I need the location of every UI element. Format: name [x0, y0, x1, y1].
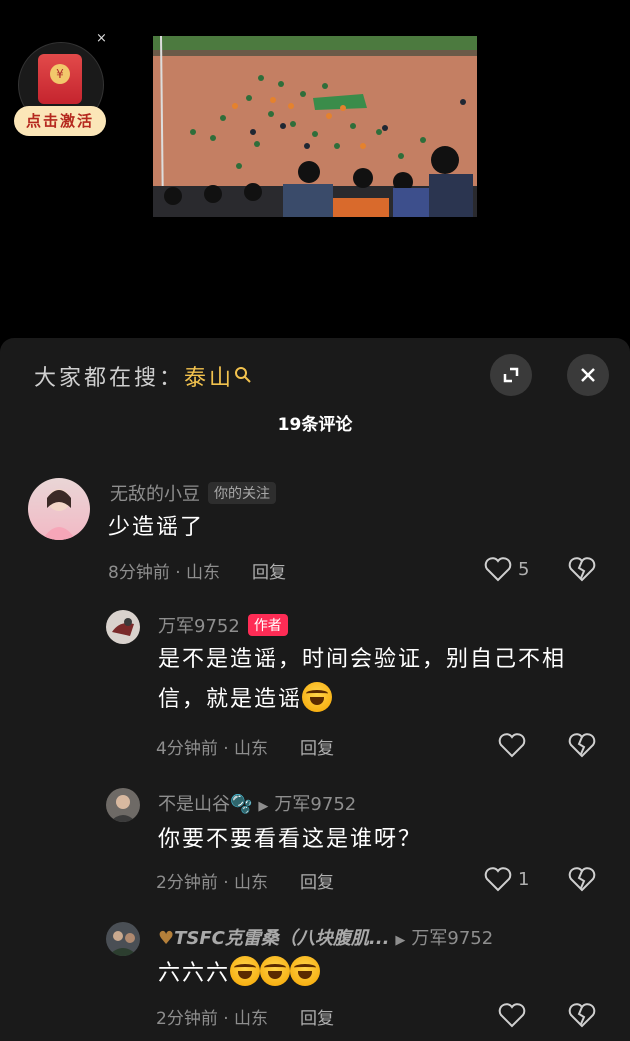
like-button[interactable]	[498, 732, 532, 758]
username[interactable]: 无敌的小豆 你的关注	[110, 480, 276, 506]
following-tag: 你的关注	[208, 482, 276, 504]
username-text: TSFC克雷桑（八块腹肌...	[174, 928, 390, 949]
time-location: 8分钟前 · 山东	[108, 563, 221, 583]
reply-item: ♥TSFC克雷桑（八块腹肌... ▶ 万军9752 六六六 2分钟前 · 山东 回复	[0, 922, 630, 1037]
comment-text-content: 六六六	[158, 961, 231, 986]
heart-icon	[498, 733, 526, 758]
username[interactable]: 万军9752 作者	[158, 612, 288, 638]
reply-button[interactable]: 回复	[300, 1009, 334, 1029]
comment-count-title: 19条评论	[277, 415, 353, 435]
red-packet-widget[interactable]: ¥ 点击激活	[14, 42, 106, 138]
dislike-button[interactable]	[568, 556, 596, 586]
broken-heart-icon	[568, 733, 596, 758]
reply-item: 不是山谷🫧 ▶ 万军9752 你要不要看看这是谁呀？ 2分钟前 · 山东 回复 1	[0, 788, 630, 898]
comment-text-content: 是不是造谣，时间会验证，别自己不相信，就是造谣	[158, 647, 567, 712]
laugh-cry-emoji-icon	[230, 956, 261, 986]
avatar[interactable]	[106, 610, 140, 644]
reply-button[interactable]: 回复	[300, 873, 334, 893]
comment-text: 六六六	[158, 954, 321, 994]
dislike-button[interactable]	[568, 866, 596, 896]
laugh-cry-emoji-icon	[302, 682, 333, 712]
close-icon	[581, 368, 595, 382]
username-text: 无敌的小豆	[110, 484, 200, 505]
stadium-scene-image	[153, 36, 477, 217]
comment-meta: 8分钟前 · 山东 回复	[108, 558, 286, 583]
avatar-image	[112, 618, 134, 636]
avatar-image	[108, 931, 138, 956]
brown-heart-icon: ♥	[158, 928, 175, 949]
time-location: 4分钟前 · 山东	[156, 739, 269, 759]
expand-button[interactable]	[490, 354, 532, 396]
laugh-cry-emoji-icon	[260, 956, 291, 986]
broken-heart-icon	[568, 557, 596, 582]
comment-item: 无敌的小豆 你的关注 少造谣了 8分钟前 · 山东 回复 5	[0, 476, 630, 586]
like-button[interactable]: 5	[484, 556, 529, 582]
reply-arrow-icon: ▶	[258, 799, 269, 814]
time-location: 2分钟前 · 山东	[156, 873, 269, 893]
coin-icon: ¥	[50, 64, 70, 84]
like-count: 5	[518, 558, 530, 580]
search-suggestion[interactable]: 大家都在搜：泰山	[34, 360, 252, 392]
reply-to-username[interactable]: 万军9752	[274, 794, 356, 815]
reply-button[interactable]: 回复	[300, 739, 334, 759]
heart-icon	[484, 867, 512, 892]
reply-to-username[interactable]: 万军9752	[411, 928, 493, 949]
comment-meta: 2分钟前 · 山东 回复	[156, 868, 334, 893]
red-packet-close-icon[interactable]: ×	[96, 32, 107, 46]
video-area[interactable]: ¥ 点击激活 ×	[0, 0, 630, 340]
broken-heart-icon	[568, 867, 596, 892]
username[interactable]: ♥TSFC克雷桑（八块腹肌... ▶ 万军9752	[158, 924, 588, 950]
heart-icon	[498, 1003, 526, 1028]
username-text: 不是山谷🫧	[158, 794, 253, 815]
like-button[interactable]: 1	[484, 866, 529, 892]
reply-item: 万军9752 作者 是不是造谣，时间会验证，别自己不相信，就是造谣 4分钟前 · …	[0, 610, 630, 760]
time-location: 2分钟前 · 山东	[156, 1009, 269, 1029]
author-tag: 作者	[247, 614, 288, 636]
dislike-button[interactable]	[568, 1002, 596, 1032]
search-icon	[235, 367, 251, 383]
laugh-cry-emoji-icon	[290, 956, 321, 986]
username[interactable]: 不是山谷🫧 ▶ 万军9752	[158, 790, 356, 816]
broken-heart-icon	[568, 1003, 596, 1028]
comment-meta: 4分钟前 · 山东 回复	[156, 734, 334, 759]
comment-text: 是不是造谣，时间会验证，别自己不相信，就是造谣	[158, 640, 603, 720]
avatar-image	[110, 795, 136, 822]
username-text: 万军9752	[158, 616, 240, 637]
like-button[interactable]	[498, 1002, 532, 1028]
video-thumbnail[interactable]	[153, 36, 477, 217]
avatar-image	[42, 489, 76, 540]
activate-button[interactable]: 点击激活	[14, 106, 106, 136]
close-button[interactable]	[567, 354, 609, 396]
search-prefix-label: 大家都在搜：	[34, 366, 185, 391]
avatar[interactable]	[28, 478, 90, 540]
expand-icon	[503, 367, 519, 383]
avatar[interactable]	[106, 922, 140, 956]
comment-text: 你要不要看看这是谁呀？	[158, 827, 423, 852]
search-keyword-link[interactable]: 泰山	[184, 366, 234, 391]
comment-text: 少造谣了	[108, 515, 205, 540]
red-envelope-icon: ¥	[38, 54, 82, 104]
comments-panel[interactable]: 大家都在搜：泰山 19条评论 无敌的小豆 你的关注 少造谣了 8分钟前 · 山东回…	[0, 338, 630, 1041]
comment-meta: 2分钟前 · 山东 回复	[156, 1004, 334, 1029]
reply-arrow-icon: ▶	[395, 933, 406, 948]
reply-button[interactable]: 回复	[252, 563, 286, 583]
like-count: 1	[518, 868, 530, 890]
dislike-button[interactable]	[568, 732, 596, 762]
avatar[interactable]	[106, 788, 140, 822]
heart-icon	[484, 557, 512, 582]
